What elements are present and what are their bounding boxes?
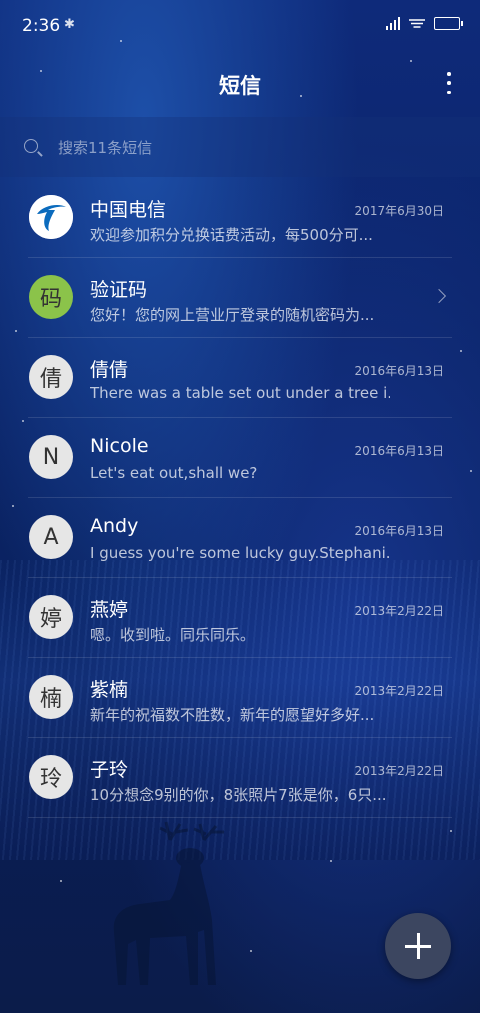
deer-silhouette-icon: [113, 821, 224, 985]
compose-button[interactable]: [385, 913, 451, 979]
battery-icon: [434, 17, 463, 30]
sender-name: 中国电信: [90, 199, 167, 221]
plus-icon: [405, 933, 431, 959]
conversation-item[interactable]: 玲 子玲 10分想念9别的你，8张照片7张是你，6只... 2013年2月22日: [0, 738, 480, 818]
chevron-right-icon: [431, 288, 447, 304]
avatar: 倩: [29, 355, 73, 399]
message-date: 2016年6月13日: [354, 364, 444, 378]
avatar: 玲: [29, 755, 73, 799]
message-date: 2016年6月13日: [354, 444, 444, 458]
conversation-item[interactable]: 码 验证码 您好！您的网上营业厅登录的随机密码为...: [0, 258, 480, 338]
conversation-item[interactable]: 婷 燕婷 嗯。收到啦。同乐同乐。 2013年2月22日: [0, 578, 480, 658]
china-telecom-logo-icon: [29, 195, 73, 239]
status-bar: 2:36 ✱: [0, 0, 480, 52]
message-date: 2013年2月22日: [354, 764, 444, 778]
message-date: 2013年2月22日: [354, 604, 444, 618]
message-preview: 新年的祝福数不胜数，新年的愿望好多好...: [90, 706, 375, 724]
conversation-item[interactable]: N Nicole Let's eat out,shall we? 2016年6月…: [0, 418, 480, 498]
message-preview: There was a table set out under a tree i…: [90, 384, 390, 402]
sender-name: 子玲: [90, 759, 129, 781]
signal-icon: [386, 17, 400, 30]
message-preview: I guess you're some lucky guy.Stephani..…: [90, 544, 390, 562]
message-date: 2016年6月13日: [354, 524, 444, 538]
sender-name: 紫楠: [90, 679, 129, 701]
app-header: 短信: [0, 52, 480, 116]
conversation-item[interactable]: 中国电信 欢迎参加积分兑换话费活动，每500分可... 2017年6月30日: [0, 178, 480, 258]
conversation-item[interactable]: 楠 紫楠 新年的祝福数不胜数，新年的愿望好多好... 2013年2月22日: [0, 658, 480, 738]
conversation-item[interactable]: A Andy I guess you're some lucky guy.Ste…: [0, 498, 480, 578]
conversation-item[interactable]: 倩 倩倩 There was a table set out under a t…: [0, 338, 480, 418]
sender-name: Nicole: [90, 435, 149, 457]
more-vert-icon[interactable]: [446, 72, 452, 94]
status-time: 2:36: [22, 16, 61, 36]
message-date: 2013年2月22日: [354, 684, 444, 698]
bluetooth-icon: ✱: [64, 17, 75, 32]
message-preview: Let's eat out,shall we?: [90, 464, 258, 482]
avatar: 码: [29, 275, 73, 319]
conversation-list: 中国电信 欢迎参加积分兑换话费活动，每500分可... 2017年6月30日 码…: [0, 178, 480, 818]
avatar: A: [29, 515, 73, 559]
sender-name: 验证码: [90, 279, 148, 301]
message-date: 2017年6月30日: [354, 204, 444, 218]
avatar: 婷: [29, 595, 73, 639]
status-indicators: [386, 17, 463, 30]
wifi-icon: [409, 19, 425, 28]
message-preview: 欢迎参加积分兑换话费活动，每500分可...: [90, 226, 373, 244]
avatar: N: [29, 435, 73, 479]
message-preview: 您好！您的网上营业厅登录的随机密码为...: [90, 306, 375, 324]
page-title: 短信: [219, 74, 261, 98]
message-preview: 嗯。收到啦。同乐同乐。: [90, 626, 256, 644]
sender-name: 倩倩: [90, 359, 129, 381]
search-icon: [24, 139, 38, 153]
search-bar: [0, 117, 480, 177]
avatar: 楠: [29, 675, 73, 719]
sender-name: Andy: [90, 515, 139, 537]
sender-name: 燕婷: [90, 599, 129, 621]
message-preview: 10分想念9别的你，8张照片7张是你，6只...: [90, 786, 387, 804]
search-input[interactable]: [56, 133, 440, 163]
